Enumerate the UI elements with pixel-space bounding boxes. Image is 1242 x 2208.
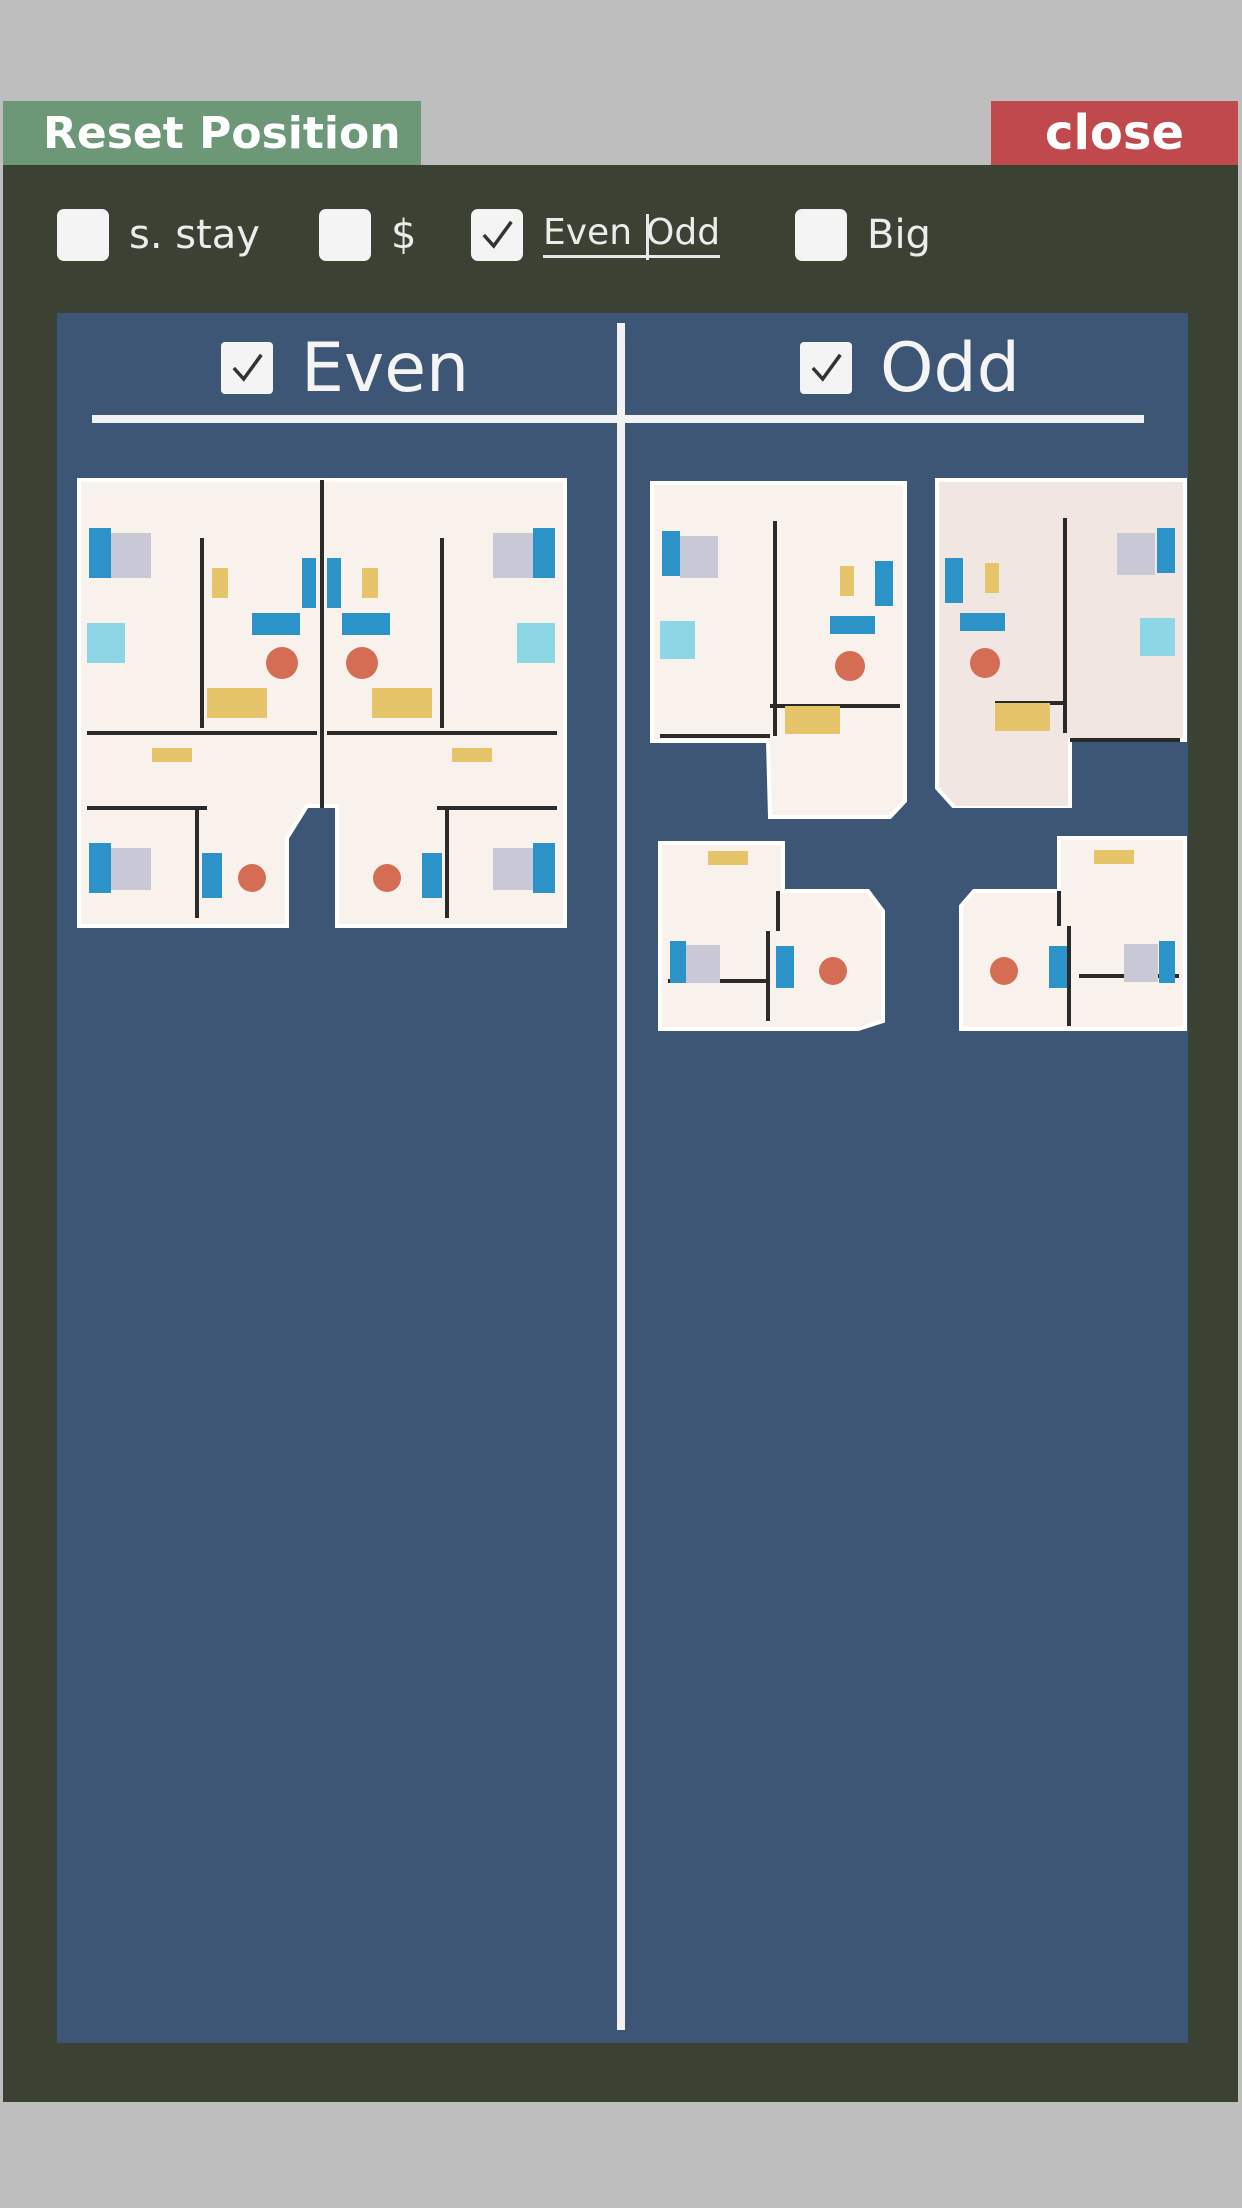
floor-plan-odd-4[interactable] bbox=[959, 836, 1187, 1031]
floor-plan-icon bbox=[77, 478, 567, 928]
floor-plan-icon bbox=[959, 836, 1187, 1031]
filter-bar: s. stay $ Even Odd Big bbox=[3, 165, 1238, 315]
filter-short-stay[interactable]: s. stay bbox=[57, 207, 260, 263]
reset-position-button[interactable]: Reset Position bbox=[3, 101, 421, 165]
floor-plan-even[interactable] bbox=[77, 478, 567, 928]
filter-price[interactable]: $ bbox=[319, 207, 416, 263]
checkmark-icon bbox=[482, 220, 513, 249]
checkmark-icon bbox=[811, 353, 842, 382]
floor-plan-odd-1[interactable] bbox=[650, 481, 907, 819]
floor-plan-odd-3[interactable] bbox=[658, 841, 885, 1031]
odd-column-header[interactable]: Odd bbox=[800, 328, 1020, 408]
floor-plan-icon bbox=[650, 481, 907, 819]
short-stay-label: s. stay bbox=[129, 212, 260, 258]
even-odd-left-text: Even bbox=[543, 212, 633, 253]
checkmark-icon bbox=[232, 353, 263, 382]
short-stay-checkbox[interactable] bbox=[57, 209, 109, 261]
filter-big[interactable]: Big bbox=[795, 207, 931, 263]
column-divider bbox=[617, 323, 625, 2030]
even-odd-divider bbox=[646, 214, 649, 260]
odd-label: Odd bbox=[880, 328, 1020, 408]
filter-even-odd[interactable]: Even Odd bbox=[471, 207, 721, 263]
close-button[interactable]: close bbox=[991, 101, 1238, 165]
big-label: Big bbox=[867, 212, 931, 258]
even-label: Even bbox=[301, 328, 470, 408]
price-label: $ bbox=[391, 212, 417, 258]
floor-plan-icon bbox=[935, 478, 1187, 808]
floor-plan-board: Even Odd bbox=[57, 313, 1188, 2043]
even-column-header[interactable]: Even bbox=[221, 328, 470, 408]
even-checkbox[interactable] bbox=[221, 342, 273, 394]
filter-panel: s. stay $ Even Odd Big Even Odd bbox=[3, 165, 1238, 2102]
header-divider bbox=[92, 415, 1144, 423]
even-odd-label: Even Odd bbox=[543, 212, 721, 260]
floor-plan-icon bbox=[658, 841, 885, 1031]
floor-plan-odd-2[interactable] bbox=[935, 478, 1187, 808]
big-checkbox[interactable] bbox=[795, 209, 847, 261]
price-checkbox[interactable] bbox=[319, 209, 371, 261]
even-odd-checkbox[interactable] bbox=[471, 209, 523, 261]
even-odd-right-text: Odd bbox=[646, 212, 721, 253]
odd-checkbox[interactable] bbox=[800, 342, 852, 394]
